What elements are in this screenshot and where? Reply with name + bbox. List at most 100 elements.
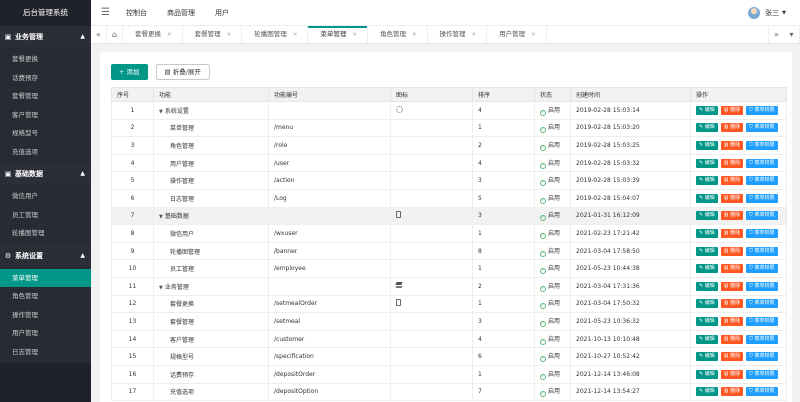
menu-permission-button[interactable]: ⛉ 菜单权限 <box>746 334 778 344</box>
close-icon[interactable]: ✕ <box>227 32 232 38</box>
edit-button[interactable]: ✎ 编辑 <box>696 334 718 344</box>
edit-button[interactable]: ✎ 编辑 <box>696 352 718 362</box>
tabs-scroll-left-icon[interactable]: « <box>91 26 107 43</box>
add-button[interactable]: + 添加 <box>111 64 148 80</box>
menu-permission-button[interactable]: ⛉ 菜单权限 <box>746 246 778 256</box>
delete-button[interactable]: ▥ 删除 <box>720 123 744 133</box>
delete-button[interactable]: ▥ 删除 <box>720 140 744 150</box>
menu-permission-button[interactable]: ⛉ 菜单权限 <box>746 105 778 115</box>
menu-toggle-icon[interactable]: ☰ <box>101 7 110 18</box>
sidebar-item[interactable]: 套餐更换 <box>0 50 91 69</box>
sidebar-item[interactable]: 轮播图管理 <box>0 224 91 243</box>
delete-button[interactable]: ▥ 删除 <box>720 158 744 168</box>
sidebar-group[interactable]: ▣ 业务管理 ▲ <box>0 26 91 48</box>
sidebar-item[interactable]: 充值选项 <box>0 143 91 162</box>
delete-button[interactable]: ▥ 删除 <box>720 299 744 309</box>
tab[interactable]: 用户管理 ✕ <box>487 26 547 43</box>
home-icon[interactable]: ⌂ <box>107 26 123 43</box>
menu-permission-button[interactable]: ⛉ 菜单权限 <box>746 123 778 133</box>
edit-button[interactable]: ✎ 编辑 <box>696 176 718 186</box>
menu-permission-button[interactable]: ⛉ 菜单权限 <box>746 211 778 221</box>
tab[interactable]: 套餐更换 ✕ <box>123 26 183 43</box>
edit-button[interactable]: ✎ 编辑 <box>696 264 718 274</box>
tabs-scroll-right-icon[interactable]: » <box>768 26 784 43</box>
menu-permission-button[interactable]: ⛉ 菜单权限 <box>746 228 778 238</box>
delete-button[interactable]: ▥ 删除 <box>720 246 744 256</box>
edit-button[interactable]: ✎ 编辑 <box>696 299 718 309</box>
tab[interactable]: 套餐管理 ✕ <box>183 26 243 43</box>
edit-button[interactable]: ✎ 编辑 <box>696 246 718 256</box>
edit-button[interactable]: ✎ 编辑 <box>696 387 718 397</box>
menu-permission-button[interactable]: ⛉ 菜单权限 <box>746 352 778 362</box>
edit-button[interactable]: ✎ 编辑 <box>696 228 718 238</box>
menu-permission-button[interactable]: ⛉ 菜单权限 <box>746 158 778 168</box>
edit-button[interactable]: ✎ 编辑 <box>696 369 718 379</box>
edit-button[interactable]: ✎ 编辑 <box>696 140 718 150</box>
nav-item-console[interactable]: 控制台 <box>126 0 147 26</box>
menu-permission-button[interactable]: ⛉ 菜单权限 <box>746 176 778 186</box>
close-icon[interactable]: ✕ <box>167 32 172 38</box>
menu-permission-button[interactable]: ⛉ 菜单权限 <box>746 299 778 309</box>
chevron-down-icon[interactable]: ▼ <box>782 10 786 16</box>
close-icon[interactable]: ✕ <box>531 32 536 38</box>
edit-button[interactable]: ✎ 编辑 <box>696 211 718 221</box>
delete-button[interactable]: ▥ 删除 <box>720 352 744 362</box>
tabs-menu-icon[interactable]: ▾ <box>784 26 800 43</box>
menu-permission-button[interactable]: ⛉ 菜单权限 <box>746 316 778 326</box>
delete-button[interactable]: ▥ 删除 <box>720 369 744 379</box>
cell-sort: 7 <box>472 382 535 402</box>
nav-item-goods[interactable]: 商品管理 <box>167 0 195 26</box>
tab[interactable]: 菜单管理 ✕ <box>308 26 368 43</box>
tab[interactable]: 操作管理 ✕ <box>428 26 488 43</box>
sidebar-item[interactable]: 规格型号 <box>0 124 91 143</box>
delete-button[interactable]: ▥ 删除 <box>720 176 744 186</box>
close-icon[interactable]: ✕ <box>472 32 477 38</box>
user-menu[interactable]: 张三 ▼ <box>748 0 786 26</box>
fold-expand-button[interactable]: ▤ 折叠/展开 <box>155 64 210 80</box>
delete-button[interactable]: ▥ 删除 <box>720 193 744 203</box>
close-icon[interactable]: ✕ <box>412 32 417 38</box>
menu-permission-button[interactable]: ⛉ 菜单权限 <box>746 369 778 379</box>
edit-button[interactable]: ✎ 编辑 <box>696 281 718 291</box>
sidebar-group[interactable]: ⚙ 系统设置 ▲ <box>0 244 91 267</box>
sidebar-item[interactable]: 日志管理 <box>0 343 91 362</box>
menu-permission-button[interactable]: ⛉ 菜单权限 <box>746 281 778 291</box>
sidebar-item[interactable]: 微信用户 <box>0 187 91 206</box>
caret-down-icon[interactable]: ▼ <box>159 285 163 291</box>
sidebar-item[interactable]: 操作管理 <box>0 306 91 325</box>
sidebar-item[interactable]: 角色管理 <box>0 287 91 306</box>
user-name[interactable]: 张三 <box>765 8 779 18</box>
edit-button[interactable]: ✎ 编辑 <box>696 193 718 203</box>
sidebar-group[interactable]: ▣ 基础数据 ▲ <box>0 163 91 185</box>
edit-button[interactable]: ✎ 编辑 <box>696 158 718 168</box>
delete-button[interactable]: ▥ 删除 <box>720 264 744 274</box>
close-icon[interactable]: ✕ <box>352 32 357 38</box>
delete-button[interactable]: ▥ 删除 <box>720 105 744 115</box>
edit-button[interactable]: ✎ 编辑 <box>696 123 718 133</box>
delete-button[interactable]: ▥ 删除 <box>720 281 744 291</box>
menu-permission-button[interactable]: ⛉ 菜单权限 <box>746 140 778 150</box>
menu-permission-button[interactable]: ⛉ 菜单权限 <box>746 387 778 397</box>
sidebar-item[interactable]: 话费预存 <box>0 69 91 88</box>
tab[interactable]: 轮播图管理 ✕ <box>242 26 309 43</box>
menu-permission-button[interactable]: ⛉ 菜单权限 <box>746 193 778 203</box>
caret-down-icon[interactable]: ▼ <box>159 214 163 220</box>
menu-permission-button[interactable]: ⛉ 菜单权限 <box>746 264 778 274</box>
sidebar-item[interactable]: 用户管理 <box>0 324 91 343</box>
avatar[interactable] <box>748 7 761 19</box>
sidebar-item[interactable]: 员工管理 <box>0 206 91 225</box>
sidebar-item[interactable]: 菜单管理 <box>0 268 91 287</box>
delete-button[interactable]: ▥ 删除 <box>720 228 744 238</box>
tab[interactable]: 角色管理 ✕ <box>368 26 428 43</box>
delete-button[interactable]: ▥ 删除 <box>720 387 744 397</box>
sidebar-item[interactable]: 客户管理 <box>0 106 91 125</box>
close-icon[interactable]: ✕ <box>293 32 298 38</box>
caret-down-icon[interactable]: ▼ <box>159 109 163 115</box>
delete-button[interactable]: ▥ 删除 <box>720 211 744 221</box>
nav-item-user[interactable]: 用户 <box>215 0 229 26</box>
edit-button[interactable]: ✎ 编辑 <box>696 105 718 115</box>
delete-button[interactable]: ▥ 删除 <box>720 316 744 326</box>
delete-button[interactable]: ▥ 删除 <box>720 334 744 344</box>
edit-button[interactable]: ✎ 编辑 <box>696 316 718 326</box>
sidebar-item[interactable]: 套餐管理 <box>0 87 91 106</box>
